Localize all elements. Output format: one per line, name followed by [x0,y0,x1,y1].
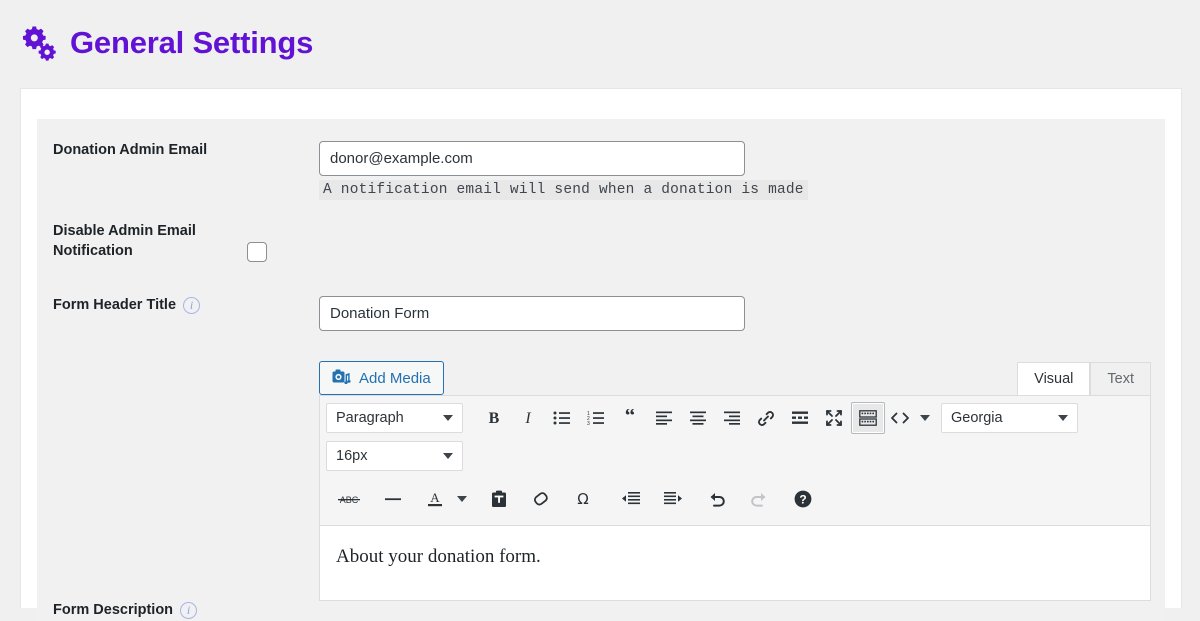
editor-mode-tabs: Visual Text [1017,361,1151,395]
svg-text:Ω: Ω [577,490,588,508]
align-center-icon[interactable] [681,402,715,434]
gears-icon [18,23,60,63]
link-icon[interactable] [749,402,783,434]
donation-admin-email-input[interactable] [319,141,745,176]
svg-text:“: “ [625,409,636,427]
editor-content-area[interactable]: About your donation form. [320,526,1150,600]
clear-formatting-icon[interactable] [524,483,558,515]
label-form-description: Form Description i [37,351,319,621]
tab-visual[interactable]: Visual [1017,361,1091,395]
field-form-description: Add Media Visual Text Paragraph B I 1 2 … [319,351,1165,601]
blockquote-icon[interactable]: “ [613,402,647,434]
font-family-select[interactable]: Georgia [941,403,1078,433]
field-donation-admin-email: A notification email will send when a do… [319,141,1165,200]
fullscreen-icon[interactable] [817,402,851,434]
row-form-description: Form Description i Add Media Visual Text… [37,331,1165,621]
font-size-select[interactable]: 16px [326,441,463,471]
chevron-down-icon [443,415,453,421]
chevron-down-icon [1058,415,1068,421]
special-character-icon[interactable]: Ω [566,483,600,515]
editor-media-bar: Add Media Visual Text [319,351,1151,395]
svg-text:?: ? [799,493,806,507]
toolbar-row-2: ABC A Ω ? [326,481,1144,517]
paste-as-text-icon[interactable] [482,483,516,515]
align-left-icon[interactable] [647,402,681,434]
svg-text:3: 3 [587,421,590,426]
chevron-down-icon [443,453,453,459]
source-code-icon[interactable] [885,402,915,434]
page-title: General Settings [70,25,314,60]
svg-text:I: I [524,410,531,427]
label-disable-admin-email-notification: Disable Admin Email Notification [53,223,196,259]
editor-toolbar: Paragraph B I 1 2 3 “ Georgia 16px ABC A… [320,396,1150,526]
outdent-icon[interactable] [614,483,648,515]
info-icon[interactable]: i [183,297,201,315]
help-icon[interactable]: ? [786,483,820,515]
editor-box: Paragraph B I 1 2 3 “ Georgia 16px ABC A… [319,395,1151,601]
form-header-title-label-text: Form Header Title [53,297,177,313]
strikethrough-icon[interactable]: ABC [330,483,368,515]
info-icon[interactable]: i [180,602,198,620]
numbered-list-icon[interactable]: 1 2 3 [579,402,613,434]
settings-panel: Donation Admin Email A notification emai… [37,119,1165,621]
font-size-value: 16px [336,448,368,464]
italic-icon[interactable]: I [511,402,545,434]
label-form-header-title: Form Header Title i [37,296,319,316]
svg-text:B: B [489,410,500,427]
add-media-button[interactable]: Add Media [319,361,444,395]
form-description-label-text: Form Description [53,602,174,618]
form-header-title-input[interactable] [319,296,745,331]
svg-text:A: A [430,490,440,505]
field-disable-admin-email-notification [247,222,1165,262]
page-header: General Settings [0,0,1200,72]
settings-card: Donation Admin Email A notification emai… [20,88,1182,621]
text-color-icon[interactable]: A [418,483,452,515]
paragraph-style-select[interactable]: Paragraph [326,403,463,433]
read-more-icon[interactable] [783,402,817,434]
bold-icon[interactable]: B [477,402,511,434]
toolbar-toggle-icon[interactable] [851,402,885,434]
redo-icon[interactable] [742,483,776,515]
align-right-icon[interactable] [715,402,749,434]
label-donation-admin-email: Donation Admin Email [53,142,208,158]
indent-icon[interactable] [656,483,690,515]
media-camera-music-icon [332,369,351,387]
font-family-value: Georgia [951,410,1003,426]
disable-admin-email-notification-checkbox[interactable] [247,242,267,262]
row-disable-admin-email-notification: Disable Admin Email Notification [37,200,1165,262]
toolbar-row-1: Paragraph B I 1 2 3 “ Georgia [326,401,1144,435]
source-code-dropdown-icon[interactable] [915,402,935,434]
toolbar-row-fontsize: 16px [326,439,1144,473]
row-donation-admin-email: Donation Admin Email A notification emai… [37,119,1165,200]
undo-icon[interactable] [700,483,734,515]
add-media-label: Add Media [359,369,431,387]
horizontal-rule-icon[interactable] [376,483,410,515]
bulleted-list-icon[interactable] [545,402,579,434]
field-form-header-title [319,296,1165,331]
tab-text[interactable]: Text [1090,361,1151,395]
row-form-header-title: Form Header Title i [37,262,1165,331]
text-color-dropdown-icon[interactable] [452,483,472,515]
paragraph-style-value: Paragraph [336,410,404,426]
donation-admin-email-help: A notification email will send when a do… [319,180,808,200]
wp-editor: Add Media Visual Text Paragraph B I 1 2 … [319,351,1151,601]
